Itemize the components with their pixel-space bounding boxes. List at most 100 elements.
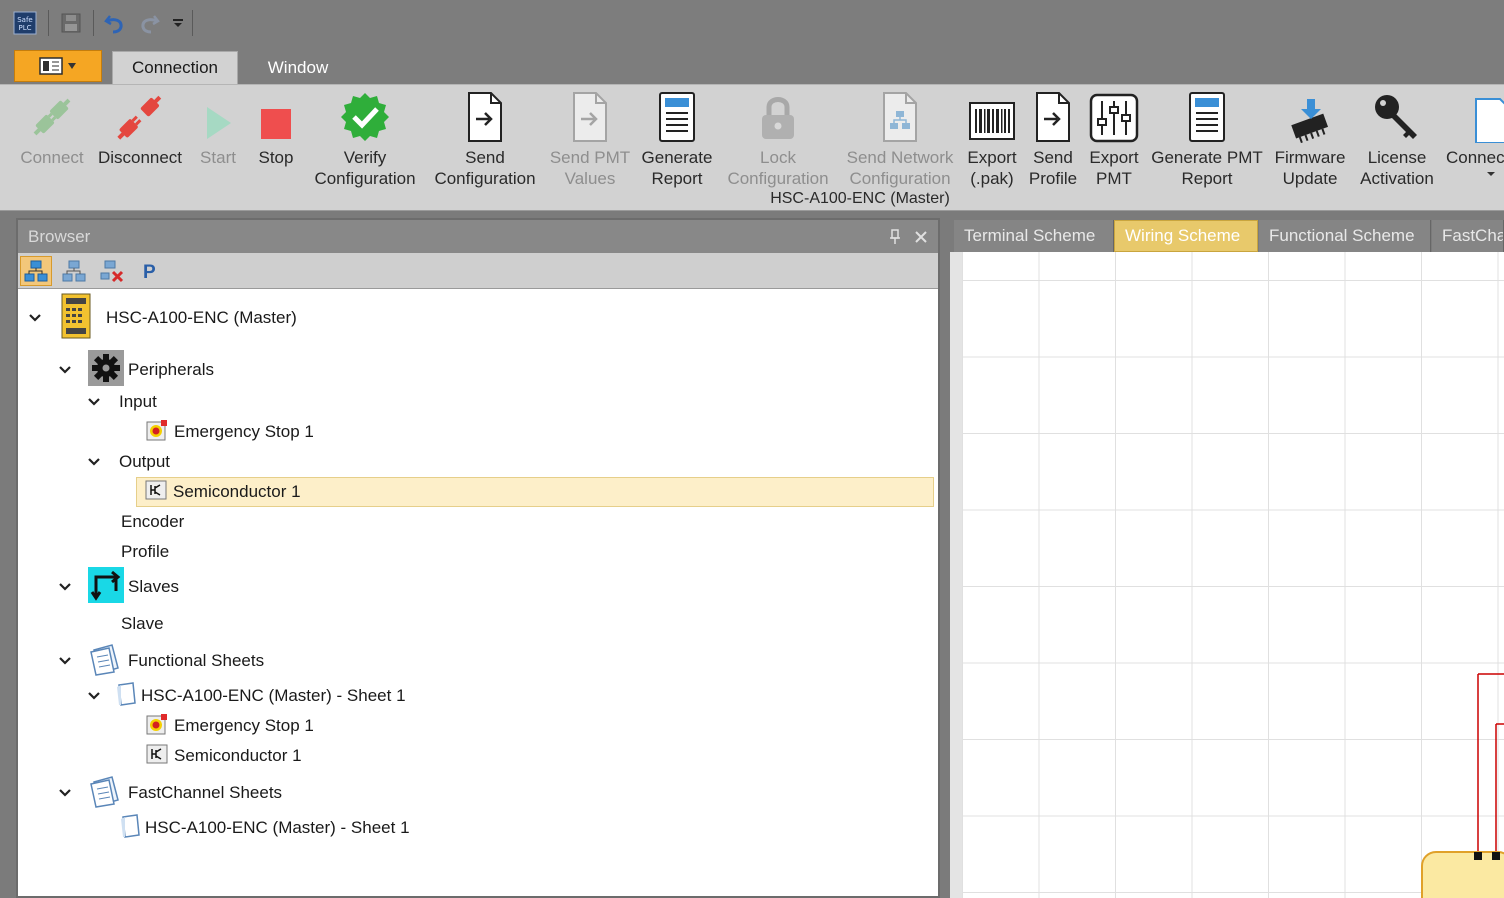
browser-panel: Browser P HSC-A100-ENC (Master) Peripher… (16, 218, 940, 898)
quick-access-toolbar: Safe PLC (0, 0, 1504, 46)
tab-functional-scheme[interactable]: Functional Scheme (1259, 220, 1431, 252)
tab-window[interactable]: Window (246, 51, 350, 84)
tab-connection[interactable]: Connection (112, 51, 238, 84)
close-icon[interactable] (914, 230, 928, 244)
tree-node-peripherals[interactable]: Peripherals (58, 349, 214, 391)
document-area: Terminal Scheme Wiring Scheme Functional… (950, 218, 1504, 898)
svg-text:Safe: Safe (17, 16, 33, 24)
firmware-update-button[interactable]: Firmware Update (1270, 85, 1350, 190)
report-icon (647, 85, 707, 147)
semiconductor-icon (145, 479, 167, 506)
verify-checkmark-icon (335, 85, 395, 147)
send-pmt-values-button[interactable]: Send PMT Values (546, 85, 634, 190)
semiconductor-icon (146, 743, 168, 770)
tree-node-semiconductor-selected[interactable]: Semiconductor 1 (136, 477, 934, 507)
tree-node-label: Functional Sheets (128, 651, 265, 670)
connect-more-button[interactable]: Connec (1444, 85, 1504, 190)
chevron-down-icon[interactable] (87, 395, 101, 409)
play-icon (188, 85, 248, 147)
lock-icon (748, 85, 808, 147)
export-pak-button[interactable]: Export (.pak) (964, 85, 1020, 190)
send-configuration-button[interactable]: Send Configuration (428, 85, 542, 190)
send-document-icon (560, 85, 620, 147)
send-network-configuration-button[interactable]: Send Network Configuration (840, 85, 960, 190)
tree-node-input[interactable]: Input (87, 387, 157, 417)
chevron-down-icon[interactable] (58, 654, 72, 668)
tree-node-master[interactable]: HSC-A100-ENC (Master) (28, 293, 297, 338)
tree-node-output[interactable]: Output (87, 447, 170, 477)
tree-node-functional-sheets[interactable]: Functional Sheets (58, 643, 264, 679)
tree-node-emergency-stop[interactable]: Emergency Stop 1 (146, 417, 314, 447)
browser-toolbar: P (18, 253, 938, 289)
lock-configuration-button[interactable]: Lock Configuration (720, 85, 836, 190)
gear-icon (88, 349, 124, 391)
network-remove-button[interactable] (96, 256, 128, 286)
tree-node-label: Semiconductor 1 (173, 482, 301, 501)
pin-icon[interactable] (888, 228, 902, 245)
tree-node-fastchannel-sheets[interactable]: FastChannel Sheets (58, 775, 282, 811)
chevron-down-icon[interactable] (58, 363, 72, 377)
stop-button[interactable]: Stop (250, 85, 302, 190)
tree-view-button[interactable] (20, 255, 52, 286)
generate-pmt-report-button[interactable]: Generate PMT Report (1148, 85, 1266, 190)
browser-header: Browser (18, 220, 938, 253)
document-icon (1444, 85, 1504, 147)
chevron-down-icon[interactable] (28, 311, 42, 325)
license-activation-button[interactable]: License Activation (1352, 85, 1442, 190)
tree-node-label: Slaves (128, 577, 180, 596)
redo-icon[interactable] (136, 10, 162, 36)
tree-node-label: Peripherals (128, 360, 214, 379)
disconnect-button[interactable]: Disconnect (94, 85, 186, 190)
tree-node-slave[interactable]: Slave (121, 609, 164, 639)
sheet-icon (115, 681, 137, 712)
chevron-down-icon[interactable] (58, 786, 72, 800)
tab-terminal-scheme[interactable]: Terminal Scheme (954, 220, 1114, 252)
tab-wiring-scheme[interactable]: Wiring Scheme (1114, 220, 1258, 252)
save-icon[interactable] (58, 10, 84, 36)
svg-text:P: P (143, 262, 156, 282)
tree-view-icon (24, 260, 48, 281)
stop-icon (246, 85, 306, 147)
tree-node-fastchannel-sheet-1[interactable]: HSC-A100-ENC (Master) - Sheet 1 (119, 813, 410, 843)
send-document-icon (455, 85, 515, 147)
verify-configuration-button[interactable]: Verify Configuration (308, 85, 422, 190)
slaves-arrows-icon (88, 566, 124, 608)
chip-download-icon (1280, 85, 1340, 147)
ribbon-group-label: HSC-A100-ENC (Master) (770, 190, 950, 207)
chevron-down-icon[interactable] (87, 689, 101, 703)
app-menu-icon (39, 57, 63, 75)
key-icon (1367, 85, 1427, 147)
connect-button[interactable]: Connect (14, 85, 90, 190)
export-pmt-button[interactable]: Export PMT (1086, 85, 1142, 190)
tree-node-label: Input (119, 392, 157, 411)
dropdown-arrow-icon[interactable] (170, 10, 186, 36)
chevron-down-icon[interactable] (58, 580, 72, 594)
parameter-button[interactable]: P (134, 256, 166, 286)
generate-report-button[interactable]: Generate Report (638, 85, 716, 190)
undo-icon[interactable] (102, 10, 128, 36)
tree-node-functional-sheet-1[interactable]: HSC-A100-ENC (Master) - Sheet 1 (87, 681, 406, 711)
tab-fastchannel-scheme[interactable]: FastCha (1432, 220, 1504, 252)
ribbon: Connect Disconnect Start Stop Verify Con… (0, 84, 1504, 211)
tree-node-label: Slave (121, 614, 164, 633)
network-view-button[interactable] (58, 256, 90, 286)
tree-node-label: Emergency Stop 1 (174, 716, 314, 735)
send-profile-button[interactable]: Send Profile (1024, 85, 1082, 190)
chevron-down-icon (68, 63, 76, 69)
safe-plc-logo-icon: Safe PLC (12, 10, 38, 36)
application-menu-button[interactable] (14, 50, 102, 82)
tree-node-sheet-emergency-stop[interactable]: Emergency Stop 1 (146, 711, 314, 741)
sheets-icon (88, 774, 122, 813)
tree-node-label: Encoder (121, 512, 185, 531)
tree-node-label: Emergency Stop 1 (174, 422, 314, 441)
tree-node-sheet-semiconductor[interactable]: Semiconductor 1 (146, 741, 302, 771)
chevron-down-icon[interactable] (87, 455, 101, 469)
emergency-stop-icon (146, 419, 168, 446)
network-remove-icon (100, 260, 124, 282)
start-button[interactable]: Start (192, 85, 244, 190)
tree-node-profile[interactable]: Profile (121, 537, 169, 567)
tree-node-slaves[interactable]: Slaves (58, 566, 180, 608)
wiring-scheme-canvas[interactable] (950, 252, 1504, 898)
tree-node-encoder[interactable]: Encoder (121, 507, 184, 537)
parameter-p-icon: P (143, 262, 156, 282)
